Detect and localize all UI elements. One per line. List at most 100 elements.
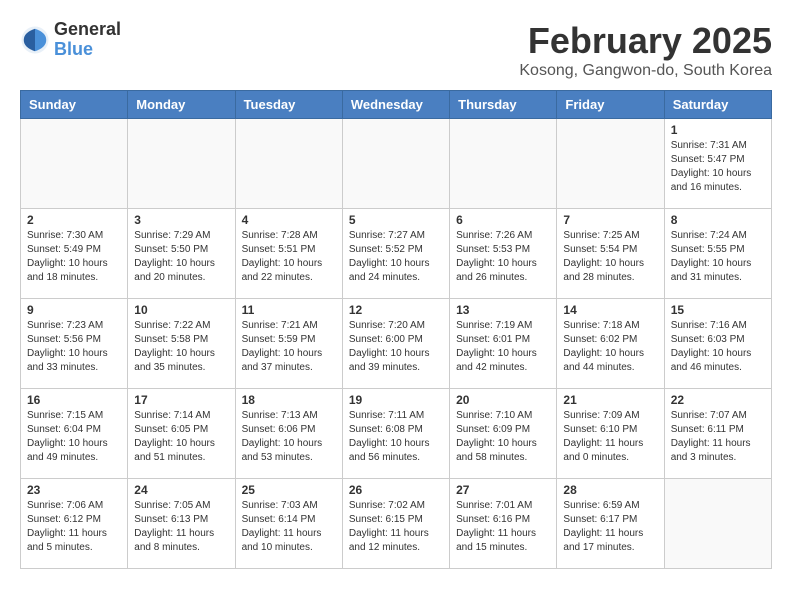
logo-blue-text: Blue [54, 40, 121, 60]
weekday-header-friday: Friday [557, 91, 664, 119]
day-number: 20 [456, 393, 550, 407]
calendar-cell: 24 Sunrise: 7:05 AM Sunset: 6:13 PM Dayli… [128, 479, 235, 569]
weekday-header-row: SundayMondayTuesdayWednesdayThursdayFrid… [21, 91, 772, 119]
day-info: Sunrise: 7:25 AM Sunset: 5:54 PM Dayligh… [563, 229, 657, 285]
day-info: Sunrise: 7:22 AM Sunset: 5:58 PM Dayligh… [134, 319, 228, 375]
calendar-cell: 12 Sunrise: 7:20 AM Sunset: 6:00 PM Dayli… [342, 299, 449, 389]
calendar-cell: 11 Sunrise: 7:21 AM Sunset: 5:59 PM Dayli… [235, 299, 342, 389]
day-info: Sunrise: 7:24 AM Sunset: 5:55 PM Dayligh… [671, 229, 765, 285]
day-number: 28 [563, 483, 657, 497]
calendar-cell [450, 119, 557, 209]
calendar-cell [342, 119, 449, 209]
calendar-cell: 10 Sunrise: 7:22 AM Sunset: 5:58 PM Dayli… [128, 299, 235, 389]
day-info: Sunrise: 7:18 AM Sunset: 6:02 PM Dayligh… [563, 319, 657, 375]
day-info: Sunrise: 7:14 AM Sunset: 6:05 PM Dayligh… [134, 409, 228, 465]
calendar-cell [557, 119, 664, 209]
week-row-5: 23Sunrise: 7:06 AM Sunset: 6:12 PM Dayli… [21, 479, 772, 569]
day-info: Sunrise: 7:05 AM Sunset: 6:13 PM Dayligh… [134, 499, 228, 555]
day-number: 5 [349, 213, 443, 227]
day-info: Sunrise: 7:11 AM Sunset: 6:08 PM Dayligh… [349, 409, 443, 465]
day-number: 8 [671, 213, 765, 227]
calendar-cell: 5 Sunrise: 7:27 AM Sunset: 5:52 PM Daylig… [342, 209, 449, 299]
day-info: Sunrise: 7:16 AM Sunset: 6:03 PM Dayligh… [671, 319, 765, 375]
weekday-header-wednesday: Wednesday [342, 91, 449, 119]
day-number: 2 [27, 213, 121, 227]
day-info: Sunrise: 7:15 AM Sunset: 6:04 PM Dayligh… [27, 409, 121, 465]
calendar-cell: 3 Sunrise: 7:29 AM Sunset: 5:50 PM Daylig… [128, 209, 235, 299]
calendar-cell [235, 119, 342, 209]
day-info: Sunrise: 7:10 AM Sunset: 6:09 PM Dayligh… [456, 409, 550, 465]
day-info: Sunrise: 7:27 AM Sunset: 5:52 PM Dayligh… [349, 229, 443, 285]
day-info: Sunrise: 7:01 AM Sunset: 6:16 PM Dayligh… [456, 499, 550, 555]
weekday-header-saturday: Saturday [664, 91, 771, 119]
weekday-header-sunday: Sunday [21, 91, 128, 119]
day-info: Sunrise: 7:20 AM Sunset: 6:00 PM Dayligh… [349, 319, 443, 375]
calendar-cell: 19Sunrise: 7:11 AM Sunset: 6:08 PM Dayli… [342, 389, 449, 479]
calendar-cell: 22Sunrise: 7:07 AM Sunset: 6:11 PM Dayli… [664, 389, 771, 479]
calendar-cell: 2Sunrise: 7:30 AM Sunset: 5:49 PM Daylig… [21, 209, 128, 299]
calendar-cell: 8 Sunrise: 7:24 AM Sunset: 5:55 PM Daylig… [664, 209, 771, 299]
week-row-2: 2Sunrise: 7:30 AM Sunset: 5:49 PM Daylig… [21, 209, 772, 299]
logo-icon [20, 25, 50, 55]
calendar-cell: 18 Sunrise: 7:13 AM Sunset: 6:06 PM Dayli… [235, 389, 342, 479]
day-info: Sunrise: 7:21 AM Sunset: 5:59 PM Dayligh… [242, 319, 336, 375]
day-number: 10 [134, 303, 228, 317]
day-number: 7 [563, 213, 657, 227]
calendar-cell: 6 Sunrise: 7:26 AM Sunset: 5:53 PM Daylig… [450, 209, 557, 299]
calendar-cell [21, 119, 128, 209]
weekday-header-thursday: Thursday [450, 91, 557, 119]
calendar-cell: 1Sunrise: 7:31 AM Sunset: 5:47 PM Daylig… [664, 119, 771, 209]
calendar-cell: 4 Sunrise: 7:28 AM Sunset: 5:51 PM Daylig… [235, 209, 342, 299]
day-number: 14 [563, 303, 657, 317]
day-number: 26 [349, 483, 443, 497]
day-info: Sunrise: 7:28 AM Sunset: 5:51 PM Dayligh… [242, 229, 336, 285]
day-info: Sunrise: 7:23 AM Sunset: 5:56 PM Dayligh… [27, 319, 121, 375]
day-info: Sunrise: 7:03 AM Sunset: 6:14 PM Dayligh… [242, 499, 336, 555]
calendar-cell: 20 Sunrise: 7:10 AM Sunset: 6:09 PM Dayli… [450, 389, 557, 479]
weekday-header-tuesday: Tuesday [235, 91, 342, 119]
day-number: 3 [134, 213, 228, 227]
calendar-cell: 28Sunrise: 6:59 AM Sunset: 6:17 PM Dayli… [557, 479, 664, 569]
calendar-cell: 25 Sunrise: 7:03 AM Sunset: 6:14 PM Dayli… [235, 479, 342, 569]
day-number: 25 [242, 483, 336, 497]
day-number: 15 [671, 303, 765, 317]
day-number: 27 [456, 483, 550, 497]
calendar-cell: 16Sunrise: 7:15 AM Sunset: 6:04 PM Dayli… [21, 389, 128, 479]
day-number: 12 [349, 303, 443, 317]
logo-general-text: General [54, 20, 121, 40]
calendar-cell: 27 Sunrise: 7:01 AM Sunset: 6:16 PM Dayli… [450, 479, 557, 569]
day-info: Sunrise: 7:26 AM Sunset: 5:53 PM Dayligh… [456, 229, 550, 285]
calendar-cell [128, 119, 235, 209]
day-info: Sunrise: 7:29 AM Sunset: 5:50 PM Dayligh… [134, 229, 228, 285]
calendar-cell: 7 Sunrise: 7:25 AM Sunset: 5:54 PM Daylig… [557, 209, 664, 299]
calendar-cell: 14 Sunrise: 7:18 AM Sunset: 6:02 PM Dayli… [557, 299, 664, 389]
day-info: Sunrise: 7:19 AM Sunset: 6:01 PM Dayligh… [456, 319, 550, 375]
day-number: 17 [134, 393, 228, 407]
day-number: 6 [456, 213, 550, 227]
calendar-cell: 21 Sunrise: 7:09 AM Sunset: 6:10 PM Dayli… [557, 389, 664, 479]
week-row-1: 1Sunrise: 7:31 AM Sunset: 5:47 PM Daylig… [21, 119, 772, 209]
day-number: 11 [242, 303, 336, 317]
day-info: Sunrise: 7:09 AM Sunset: 6:10 PM Dayligh… [563, 409, 657, 465]
page-header: General Blue February 2025 Kosong, Gangw… [20, 20, 772, 80]
day-number: 24 [134, 483, 228, 497]
day-number: 21 [563, 393, 657, 407]
week-row-4: 16Sunrise: 7:15 AM Sunset: 6:04 PM Dayli… [21, 389, 772, 479]
day-info: Sunrise: 7:13 AM Sunset: 6:06 PM Dayligh… [242, 409, 336, 465]
calendar-title: February 2025 [519, 20, 772, 62]
title-block: February 2025 Kosong, Gangwon-do, South … [519, 20, 772, 80]
calendar-cell: 9Sunrise: 7:23 AM Sunset: 5:56 PM Daylig… [21, 299, 128, 389]
calendar-cell [664, 479, 771, 569]
day-info: Sunrise: 7:06 AM Sunset: 6:12 PM Dayligh… [27, 499, 121, 555]
logo: General Blue [20, 20, 121, 60]
day-info: Sunrise: 7:02 AM Sunset: 6:15 PM Dayligh… [349, 499, 443, 555]
calendar-cell: 17 Sunrise: 7:14 AM Sunset: 6:05 PM Dayli… [128, 389, 235, 479]
week-row-3: 9Sunrise: 7:23 AM Sunset: 5:56 PM Daylig… [21, 299, 772, 389]
day-number: 18 [242, 393, 336, 407]
calendar-table: SundayMondayTuesdayWednesdayThursdayFrid… [20, 90, 772, 569]
logo-text: General Blue [54, 20, 121, 60]
day-number: 22 [671, 393, 765, 407]
calendar-cell: 15 Sunrise: 7:16 AM Sunset: 6:03 PM Dayli… [664, 299, 771, 389]
calendar-cell: 26 Sunrise: 7:02 AM Sunset: 6:15 PM Dayli… [342, 479, 449, 569]
day-number: 4 [242, 213, 336, 227]
